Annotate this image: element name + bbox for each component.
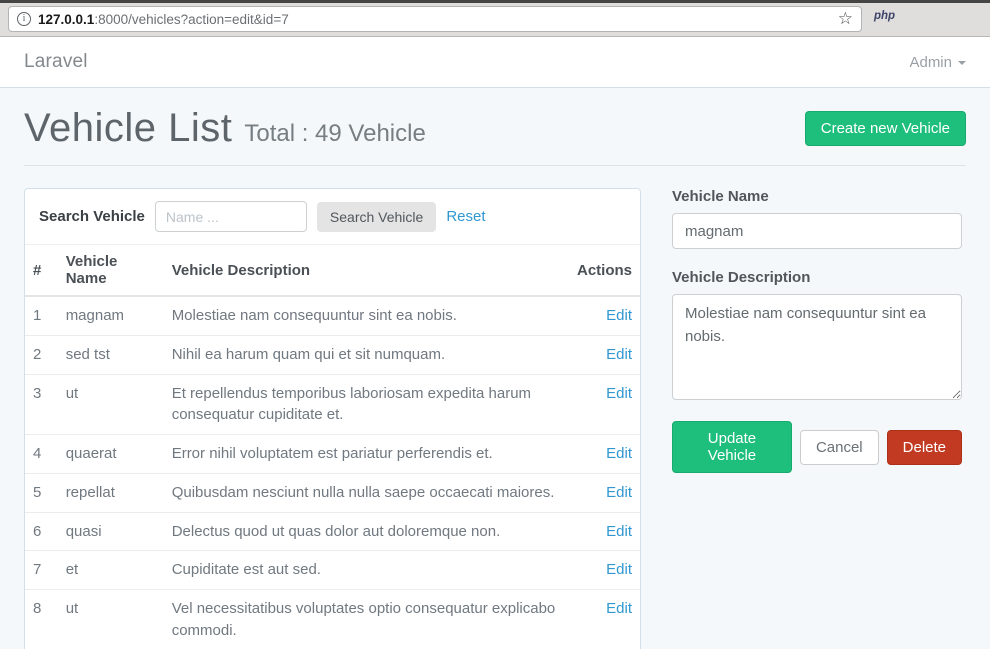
table-row: 8 ut Vel necessitatibus voluptates optio… — [25, 590, 640, 649]
table-row: 6 quasi Delectus quod ut quas dolor aut … — [25, 512, 640, 551]
column-header-name: Vehicle Name — [58, 245, 164, 296]
edit-link[interactable]: Edit — [606, 561, 632, 578]
edit-link[interactable]: Edit — [606, 385, 632, 402]
vehicle-description-cell: Delectus quod ut quas dolor aut doloremq… — [164, 512, 568, 551]
edit-link[interactable]: Edit — [606, 600, 632, 617]
address-bar[interactable]: i 127.0.0.1:8000/vehicles?action=edit&id… — [8, 6, 862, 32]
vehicle-name-cell: et — [58, 551, 164, 590]
vehicle-name-cell: quasi — [58, 512, 164, 551]
vehicle-name-cell: ut — [58, 374, 164, 435]
vehicle-name-cell: ut — [58, 590, 164, 649]
url-host: 127.0.0.1 — [38, 12, 94, 27]
cancel-button[interactable]: Cancel — [800, 430, 879, 465]
delete-button[interactable]: Delete — [887, 430, 962, 465]
row-number: 1 — [25, 296, 58, 335]
form-buttons: Update Vehicle Cancel Delete — [672, 421, 962, 473]
page-info-icon[interactable]: i — [17, 12, 31, 26]
browser-chrome: i 127.0.0.1:8000/vehicles?action=edit&id… — [0, 0, 990, 37]
edit-vehicle-form: Vehicle Name Vehicle Description Molesti… — [672, 188, 962, 473]
table-row: 1 magnam Molestiae nam consequuntur sint… — [25, 296, 640, 335]
row-number: 5 — [25, 473, 58, 512]
table-row: 2 sed tst Nihil ea harum quam qui et sit… — [25, 335, 640, 374]
bookmark-star-icon[interactable]: ☆ — [838, 9, 853, 29]
vehicle-description-cell: Molestiae nam consequuntur sint ea nobis… — [164, 296, 568, 335]
edit-link[interactable]: Edit — [606, 307, 632, 324]
row-number: 3 — [25, 374, 58, 435]
vehicle-description-cell: Vel necessitatibus voluptates optio cons… — [164, 590, 568, 649]
app-navbar: Laravel Admin — [0, 37, 990, 88]
column-header-actions: Actions — [568, 245, 640, 296]
vehicle-name-cell: sed tst — [58, 335, 164, 374]
page-content: Vehicle List Total : 49 Vehicle Create n… — [0, 88, 990, 649]
user-dropdown[interactable]: Admin — [909, 54, 966, 71]
vehicle-name-label: Vehicle Name — [672, 188, 962, 205]
vehicle-description-cell: Nihil ea harum quam qui et sit numquam. — [164, 335, 568, 374]
total-count-label: Total : 49 Vehicle — [244, 120, 425, 148]
row-number: 2 — [25, 335, 58, 374]
page-title: Vehicle List — [24, 106, 232, 151]
row-number: 8 — [25, 590, 58, 649]
search-button[interactable]: Search Vehicle — [317, 202, 436, 232]
table-row: 4 quaerat Error nihil voluptatem est par… — [25, 435, 640, 474]
vehicle-description-cell: Quibusdam nesciunt nulla nulla saepe occ… — [164, 473, 568, 512]
user-dropdown-label: Admin — [909, 54, 952, 71]
vehicle-table: # Vehicle Name Vehicle Description Actio… — [25, 245, 640, 649]
vehicle-description-cell: Error nihil voluptatem est pariatur perf… — [164, 435, 568, 474]
edit-link[interactable]: Edit — [606, 445, 632, 462]
vehicle-name-cell: magnam — [58, 296, 164, 335]
caret-down-icon — [958, 61, 966, 65]
window-top-strip — [0, 0, 990, 3]
page-header: Vehicle List Total : 49 Vehicle Create n… — [24, 106, 966, 151]
edit-link[interactable]: Edit — [606, 523, 632, 540]
vehicle-name-cell: repellat — [58, 473, 164, 512]
table-row: 5 repellat Quibusdam nesciunt nulla null… — [25, 473, 640, 512]
url-path: :8000/vehicles?action=edit&id=7 — [94, 12, 288, 27]
reset-link[interactable]: Reset — [446, 208, 485, 225]
row-number: 6 — [25, 512, 58, 551]
bookmark-item-php[interactable]: php — [874, 10, 895, 22]
row-number: 4 — [25, 435, 58, 474]
table-row: 7 et Cupiditate est aut sed. Edit — [25, 551, 640, 590]
vehicle-description-cell: Cupiditate est aut sed. — [164, 551, 568, 590]
table-header-row: # Vehicle Name Vehicle Description Actio… — [25, 245, 640, 296]
vehicle-description-label: Vehicle Description — [672, 269, 962, 286]
vehicle-description-cell: Et repellendus temporibus laboriosam exp… — [164, 374, 568, 435]
edit-link[interactable]: Edit — [606, 484, 632, 501]
header-divider — [24, 165, 966, 166]
brand-link[interactable]: Laravel — [24, 51, 88, 73]
search-label: Search Vehicle — [39, 208, 145, 225]
search-input[interactable] — [155, 201, 307, 232]
column-header-number: # — [25, 245, 58, 296]
search-form: Search Vehicle Search Vehicle Reset — [25, 189, 640, 245]
column-header-description: Vehicle Description — [164, 245, 568, 296]
table-row: 3 ut Et repellendus temporibus laboriosa… — [25, 374, 640, 435]
edit-link[interactable]: Edit — [606, 346, 632, 363]
row-number: 7 — [25, 551, 58, 590]
vehicle-name-input[interactable] — [672, 213, 962, 249]
vehicle-description-textarea[interactable]: Molestiae nam consequuntur sint ea nobis… — [672, 294, 962, 400]
update-vehicle-button[interactable]: Update Vehicle — [672, 421, 792, 473]
url-text[interactable]: 127.0.0.1:8000/vehicles?action=edit&id=7 — [38, 12, 830, 27]
create-vehicle-button[interactable]: Create new Vehicle — [805, 111, 966, 146]
vehicle-name-cell: quaerat — [58, 435, 164, 474]
vehicle-list-card: Search Vehicle Search Vehicle Reset # Ve… — [24, 188, 641, 649]
page-titles: Vehicle List Total : 49 Vehicle — [24, 106, 426, 151]
